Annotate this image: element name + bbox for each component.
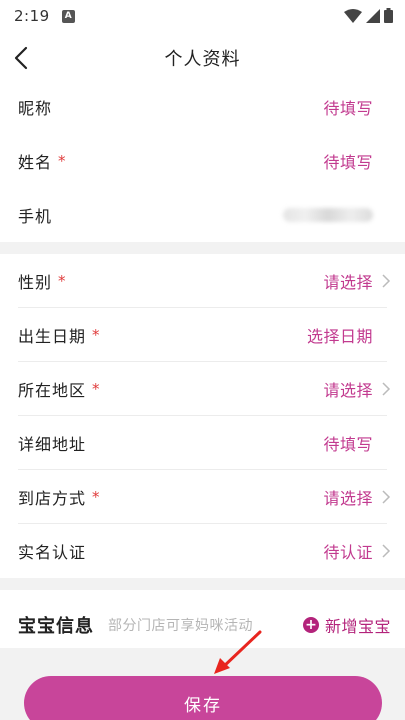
row-label: 出生日期	[18, 327, 87, 346]
row-value: 待认证	[323, 543, 373, 562]
status-icons	[344, 8, 393, 23]
row-label: 性别	[18, 273, 53, 292]
name-row[interactable]: 姓名 * 待填写	[0, 134, 405, 188]
signal-icon	[366, 8, 380, 23]
notification-a-icon: A	[61, 9, 75, 23]
nickname-row[interactable]: 昵称 待填写	[0, 80, 405, 134]
row-label: 昵称	[18, 99, 53, 118]
battery-icon	[384, 8, 393, 23]
visit-method-row[interactable]: 到店方式 * 请选择	[0, 470, 405, 524]
nav-bar: 个人资料	[0, 32, 405, 84]
add-baby-label: 新增宝宝	[324, 617, 391, 636]
row-value: 请选择	[323, 381, 373, 400]
required-mark: *	[92, 380, 100, 398]
section-divider	[0, 242, 405, 254]
verification-row[interactable]: 实名认证 待认证	[0, 524, 405, 578]
phone-value-redacted	[283, 208, 373, 222]
row-value: 请选择	[323, 273, 373, 292]
region-row[interactable]: 所在地区 * 请选择	[0, 362, 405, 416]
row-label: 所在地区	[18, 381, 87, 400]
baby-info-title: 宝宝信息	[18, 616, 94, 637]
status-time: 2:19	[14, 7, 50, 25]
required-mark: *	[58, 272, 66, 290]
row-label: 姓名	[18, 153, 53, 172]
chevron-right-icon	[382, 274, 391, 288]
detail-info-group: 性别 * 请选择 出生日期 * 选择日期 所在地区 * 请选择 详细地址 待填写…	[0, 254, 405, 578]
chevron-right-icon	[382, 382, 391, 396]
address-row[interactable]: 详细地址 待填写	[0, 416, 405, 470]
profile-form: 昵称 待填写 姓名 * 待填写 手机 性别 * 请选择 出生日期 * 选择日期 …	[0, 80, 405, 660]
plus-circle-icon: +	[302, 617, 319, 633]
chevron-right-icon	[382, 544, 391, 558]
chevron-right-icon	[382, 490, 391, 504]
required-mark: *	[92, 326, 100, 344]
row-value: 待填写	[323, 153, 373, 172]
page-title: 个人资料	[164, 49, 241, 70]
add-baby-button[interactable]: + 新增宝宝	[302, 613, 391, 637]
section-divider	[0, 578, 405, 590]
row-value: 待填写	[323, 435, 373, 454]
row-value: 请选择	[323, 489, 373, 508]
save-button[interactable]: 保存	[24, 676, 382, 720]
row-label: 实名认证	[18, 543, 87, 562]
required-mark: *	[58, 152, 66, 170]
birthdate-row[interactable]: 出生日期 * 选择日期	[0, 308, 405, 362]
status-bar: 2:19 A	[0, 0, 405, 32]
row-value: 选择日期	[306, 327, 373, 346]
required-mark: *	[92, 488, 100, 506]
chevron-left-icon	[14, 46, 28, 70]
basic-info-group: 昵称 待填写 姓名 * 待填写 手机	[0, 80, 405, 242]
row-label: 详细地址	[18, 435, 87, 454]
annotation-arrow-icon	[214, 630, 262, 674]
back-button[interactable]	[14, 44, 38, 72]
wifi-icon	[344, 8, 362, 23]
row-label: 到店方式	[18, 489, 87, 508]
row-value: 待填写	[323, 99, 373, 118]
row-label: 手机	[18, 207, 53, 226]
phone-row[interactable]: 手机	[0, 188, 405, 242]
gender-row[interactable]: 性别 * 请选择	[0, 254, 405, 308]
